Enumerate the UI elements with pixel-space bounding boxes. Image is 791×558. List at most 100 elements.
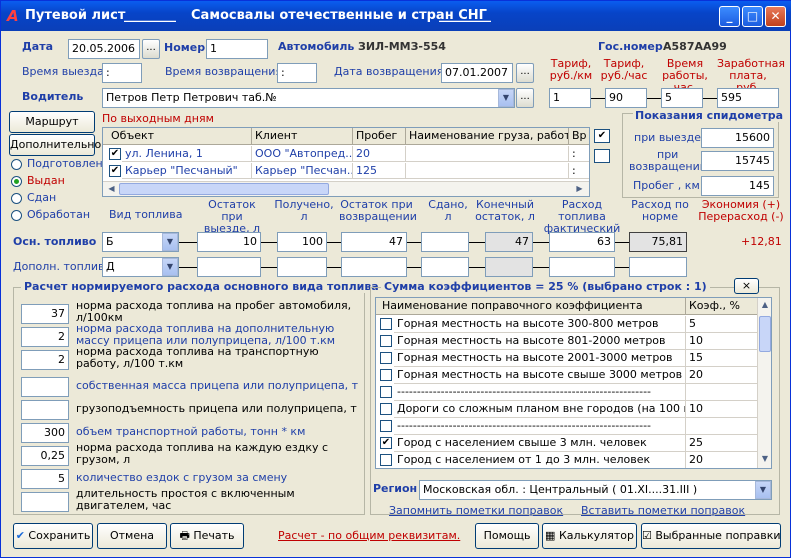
norm-value-field[interactable]: 37 <box>21 304 69 324</box>
column-header[interactable]: Объект <box>103 128 252 145</box>
return-date-picker-button[interactable]: ... <box>516 63 534 83</box>
scroll-thumb[interactable] <box>119 183 329 195</box>
coef-value[interactable]: 25 <box>686 435 758 452</box>
chevron-down-icon[interactable]: ▼ <box>498 89 514 107</box>
main-fuel-received-field[interactable]: 100 <box>277 232 327 252</box>
tariff-km-field[interactable]: 1 <box>549 88 591 108</box>
routes-uncheck-all[interactable] <box>594 149 610 163</box>
coef-value[interactable]: 20 <box>686 367 758 384</box>
coef-name[interactable]: ----------------------------------------… <box>394 418 686 435</box>
coef-value[interactable] <box>686 418 758 435</box>
main-fuel-return-field[interactable]: 47 <box>341 232 407 252</box>
chevron-down-icon[interactable]: ▼ <box>162 233 178 251</box>
route-row-checkbox[interactable]: ✔ <box>109 148 121 160</box>
coef-name[interactable]: Горная местность на высоте 801-2000 метр… <box>394 333 686 350</box>
salary-field[interactable]: 595 <box>717 88 779 108</box>
driver-picker-button[interactable]: ... <box>516 88 534 108</box>
norm-value-field[interactable] <box>21 400 69 420</box>
route-object[interactable]: ул. Ленина, 1 <box>122 146 252 162</box>
chevron-down-icon[interactable]: ▼ <box>759 454 771 466</box>
coef-row-checkbox[interactable] <box>380 386 392 398</box>
coef-row-checkbox[interactable] <box>380 403 392 415</box>
insert-marks-link[interactable]: Вставить пометки поправок <box>581 504 745 517</box>
print-button[interactable]: 🖶 Печать <box>170 523 244 549</box>
close-button[interactable]: ✕ <box>765 6 786 27</box>
route-cargo[interactable] <box>406 146 569 162</box>
coef-name[interactable]: Горная местность на высоте 300-800 метро… <box>394 316 686 333</box>
coef-value[interactable]: 15 <box>686 350 758 367</box>
extra-fuel-given-field[interactable] <box>421 257 469 277</box>
route-object[interactable]: Карьер "Песчаный" <box>122 163 252 179</box>
extra-fuel-received-field[interactable] <box>277 257 327 277</box>
norm-value-field[interactable]: 0,25 <box>21 446 69 466</box>
driver-select[interactable]: Петров Петр Петрович таб.№ <box>102 88 515 108</box>
coef-vscrollbar[interactable]: ▲ ▼ <box>757 298 771 468</box>
chevron-right-icon[interactable]: ▶ <box>573 183 586 195</box>
extra-button[interactable]: Дополнительно <box>9 134 101 156</box>
region-select[interactable]: Московская обл. : Центральный ( 01.XI...… <box>419 480 772 500</box>
chevron-down-icon[interactable]: ▼ <box>755 481 771 499</box>
column-header[interactable]: Коэф., % <box>686 298 758 315</box>
date-field[interactable]: 20.05.2006 <box>68 39 140 59</box>
selected-corrections-button[interactable]: ☑ Выбранные поправки <box>641 523 781 549</box>
coef-name[interactable]: Дороги со сложным планом вне городов (на… <box>394 401 686 418</box>
coef-row-checkbox[interactable] <box>380 352 392 364</box>
maximize-button[interactable]: □ <box>742 6 763 27</box>
number-field[interactable]: 1 <box>206 39 268 59</box>
norm-value-field[interactable]: 2 <box>21 350 69 370</box>
chevron-up-icon[interactable]: ▲ <box>759 300 771 312</box>
coef-value[interactable]: 10 <box>686 333 758 350</box>
coef-value[interactable] <box>686 384 758 401</box>
return-time-field[interactable]: : <box>277 63 317 83</box>
coef-row-checkbox[interactable] <box>380 318 392 330</box>
work-time-field[interactable]: 5 <box>661 88 703 108</box>
coef-value[interactable]: 10 <box>686 401 758 418</box>
tariff-hour-field[interactable]: 90 <box>605 88 647 108</box>
coef-row-checkbox[interactable] <box>380 335 392 347</box>
chevron-down-icon[interactable]: ▼ <box>162 258 178 276</box>
status-radio-prepared[interactable] <box>11 159 22 170</box>
depart-time-field[interactable]: : <box>102 63 142 83</box>
route-cargo[interactable] <box>406 163 569 179</box>
extra-fuel-start-field[interactable] <box>197 257 261 277</box>
norm-value-field[interactable]: 300 <box>21 423 69 443</box>
route-mileage[interactable]: 20 <box>353 146 406 162</box>
column-header[interactable]: Наименование поправочного коэффициента <box>376 298 686 315</box>
coef-name[interactable]: Город с населением от 1 до 3 млн. челове… <box>394 452 686 468</box>
main-fuel-start-field[interactable]: 10 <box>197 232 261 252</box>
minimize-button[interactable]: _ <box>719 6 740 27</box>
route-vr[interactable]: : <box>569 146 589 162</box>
route-mileage[interactable]: 125 <box>353 163 406 179</box>
coef-row-checkbox[interactable] <box>380 454 392 466</box>
column-header[interactable]: Наименование груза, работы <box>406 128 569 145</box>
route-client[interactable]: ООО "Автопред... <box>252 146 353 162</box>
coef-value[interactable]: 5 <box>686 316 758 333</box>
speedometer-depart-field[interactable]: 15600 <box>701 128 774 148</box>
chevron-left-icon[interactable]: ◀ <box>105 183 118 195</box>
status-radio-issued[interactable] <box>11 176 22 187</box>
return-date-field[interactable]: 07.01.2007 <box>441 63 513 83</box>
routes-check-all[interactable]: ✔ <box>594 129 610 143</box>
coef-name[interactable]: ----------------------------------------… <box>394 384 686 401</box>
route-row-checkbox[interactable]: ✔ <box>109 165 121 177</box>
column-header[interactable]: Клиент <box>252 128 353 145</box>
coef-row-checkbox[interactable] <box>380 369 392 381</box>
date-picker-button[interactable]: ... <box>142 39 160 59</box>
norm-value-field[interactable]: 5 <box>21 469 69 489</box>
route-vr[interactable]: : <box>569 163 589 179</box>
norm-value-field[interactable] <box>21 492 69 512</box>
routes-hscrollbar[interactable]: ◀ ▶ <box>103 181 589 196</box>
scroll-thumb[interactable] <box>759 316 771 352</box>
norm-value-field[interactable] <box>21 377 69 397</box>
main-fuel-given-field[interactable] <box>421 232 469 252</box>
status-radio-returned[interactable] <box>11 193 22 204</box>
coef-row-checkbox[interactable]: ✔ <box>380 437 392 449</box>
extra-fuel-return-field[interactable] <box>341 257 407 277</box>
column-header[interactable]: Пробег <box>353 128 406 145</box>
coef-name[interactable]: Город с населением свыше 3 млн. человек <box>394 435 686 452</box>
cancel-button[interactable]: Отмена <box>97 523 167 549</box>
coef-row-checkbox[interactable] <box>380 420 392 432</box>
extra-fuel-actual-field[interactable] <box>549 257 615 277</box>
speedometer-return-field[interactable]: 15745 <box>701 151 774 171</box>
coef-close-button[interactable]: × <box>734 278 759 294</box>
